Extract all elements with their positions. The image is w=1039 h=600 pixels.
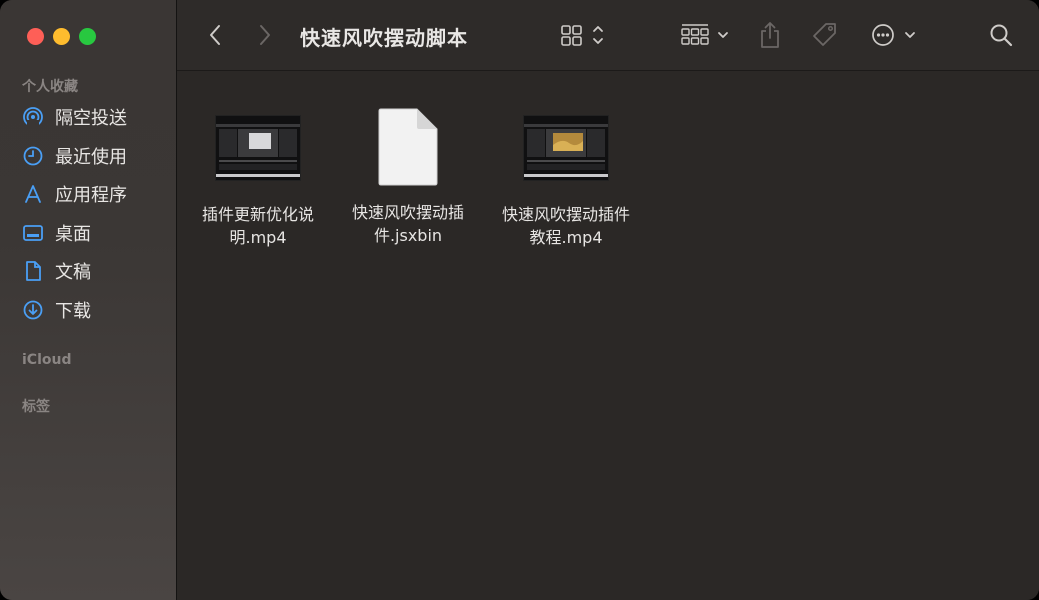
airdrop-icon [22,106,44,128]
clock-icon [22,145,44,167]
close-button[interactable] [27,28,44,45]
file-item[interactable]: 快速风吹摆动插件 教程.mp4 [491,115,641,249]
file-item[interactable]: 快速风吹摆动插 件.jsxbin [333,107,483,247]
chevron-down-icon [718,32,728,38]
file-name: 插件更新优化说 明.mp4 [183,203,333,249]
file-name-line: 教程.mp4 [529,228,603,247]
download-icon [22,299,44,321]
forward-button[interactable] [253,22,277,48]
tag-icon [813,23,836,46]
sidebar-item-desktop[interactable]: 桌面 [22,218,172,248]
file-name-line: 件.jsxbin [373,226,443,245]
file-item[interactable]: 插件更新优化说 明.mp4 [183,115,333,249]
sidebar-item-label: 文稿 [55,262,91,283]
video-thumbnail [215,115,301,181]
sidebar-item-airdrop[interactable]: 隔空投送 [22,102,172,132]
file-browser: 插件更新优化说 明.mp4 快速风吹摆动插 件.jsxbin 快速风吹摆动插件 … [177,71,1039,600]
desktop-icon [22,222,44,244]
zoom-button[interactable] [79,28,96,45]
ellipsis-circle-icon [872,24,894,46]
file-name-line: 快速风吹摆动插 [351,203,464,222]
file-name-line: 快速风吹摆动插件 [501,205,630,224]
file-name-line: 插件更新优化说 [201,205,314,224]
document-file-icon [377,107,439,187]
applications-icon [22,183,44,205]
chevron-down-icon [905,32,915,38]
toolbar: 快速风吹摆动脚本 [177,0,1039,71]
file-name: 快速风吹摆动插件 教程.mp4 [491,203,641,249]
sidebar-item-label: 应用程序 [55,185,127,206]
tag-button[interactable] [810,20,840,50]
document-icon [22,260,44,282]
file-name: 快速风吹摆动插 件.jsxbin [333,201,483,247]
favorites-section-title: 个人收藏 [22,79,78,95]
finder-window: 个人收藏 隔空投送 最近使用 应用程序 桌面 文稿 下载 iCloud 标签 快… [0,0,1039,600]
window-title: 快速风吹摆动脚本 [300,26,468,50]
file-name-line: 明.mp4 [229,228,287,247]
chevron-updown-icon [593,26,603,44]
sidebar-item-downloads[interactable]: 下载 [22,295,172,325]
sidebar-item-recents[interactable]: 最近使用 [22,141,172,171]
group-icon [681,24,709,45]
sidebar: 个人收藏 隔空投送 最近使用 应用程序 桌面 文稿 下载 iCloud 标签 [0,0,177,600]
chevron-right-icon [260,25,270,45]
window-controls [27,28,96,45]
chevron-left-icon [210,25,220,45]
back-button[interactable] [203,22,227,48]
sidebar-item-applications[interactable]: 应用程序 [22,179,172,209]
tags-section-title[interactable]: 标签 [22,396,50,416]
icon-grid-icon [561,25,582,46]
share-icon [761,22,779,48]
sidebar-item-documents[interactable]: 文稿 [22,256,172,286]
minimize-button[interactable] [53,28,70,45]
more-actions-button[interactable] [870,22,920,48]
sidebar-item-label: 隔空投送 [55,108,127,129]
sidebar-item-label: 桌面 [55,224,91,245]
group-button[interactable] [680,22,732,48]
video-thumbnail [523,115,609,181]
icloud-section-title[interactable]: iCloud [22,352,71,368]
share-button[interactable] [758,20,782,50]
search-button[interactable] [988,22,1014,48]
search-icon [990,24,1013,47]
view-mode-button[interactable] [560,22,608,48]
sidebar-item-label: 最近使用 [55,147,127,168]
sidebar-item-label: 下载 [55,301,91,322]
